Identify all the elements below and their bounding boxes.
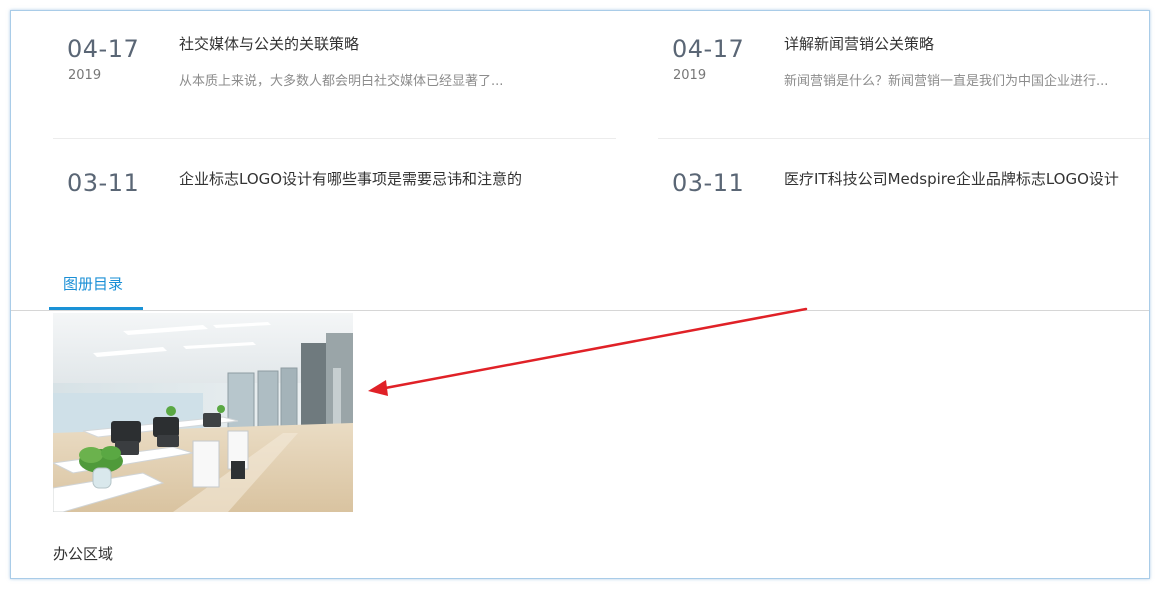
news-title-link[interactable]: 医疗IT科技公司Medspire企业品牌标志LOGO设计 (784, 168, 1119, 189)
album-photo-caption[interactable]: 办公区域 (53, 543, 113, 564)
album-photo-office[interactable] (53, 313, 353, 512)
content-panel: 04-17 2019 社交媒体与公关的关联策略 从本质上来说，大多数人都会明白社… (10, 10, 1150, 579)
news-item[interactable]: 03-11 医疗IT科技公司Medspire企业品牌标志LOGO设计 (668, 11, 1149, 197)
news-item[interactable]: 03-11 企业标志LOGO设计有哪些事项是需要忌讳和注意的 (63, 11, 623, 197)
annotation-arrow-icon (368, 307, 808, 396)
tab-album-label: 图册目录 (63, 275, 124, 293)
news-date-day: 03-11 (67, 169, 140, 197)
news-title-link[interactable]: 企业标志LOGO设计有哪些事项是需要忌讳和注意的 (179, 168, 522, 189)
tab-album-directory[interactable]: 图册目录 (49, 262, 143, 310)
news-divider (53, 138, 616, 139)
news-divider (658, 138, 1149, 139)
news-date-day: 03-11 (672, 169, 745, 197)
office-photo-image (53, 313, 353, 512)
